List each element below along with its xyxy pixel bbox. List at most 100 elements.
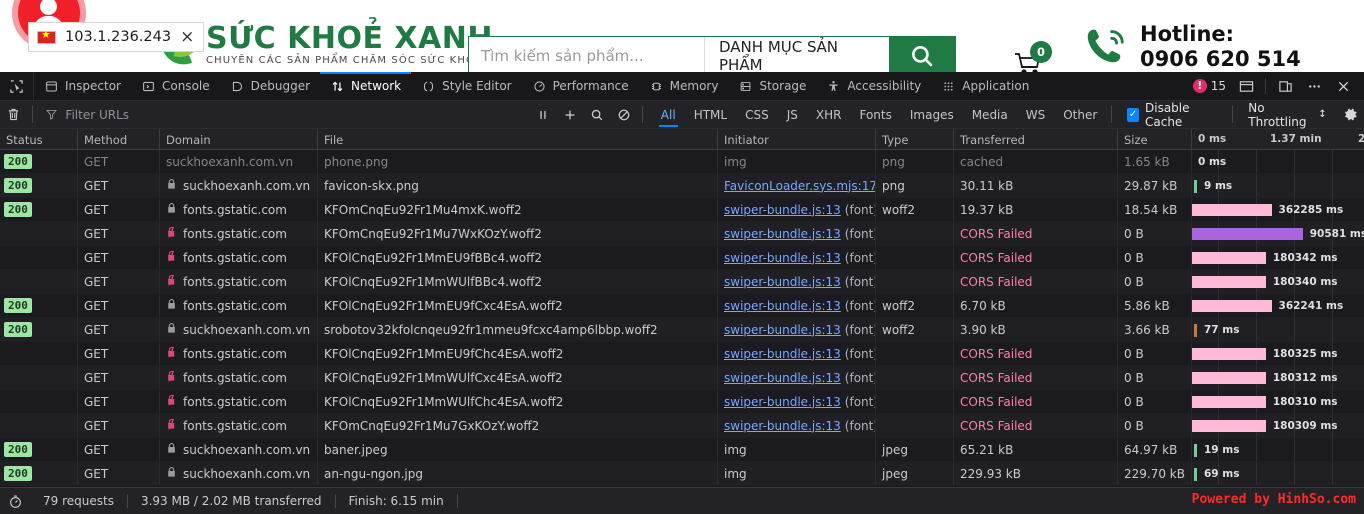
type-filter-xhr[interactable]: XHR bbox=[807, 105, 851, 125]
cell-initiator: swiper-bundle.js:13 (font) bbox=[718, 294, 876, 317]
error-count-badge[interactable]: ! 15 bbox=[1189, 79, 1230, 93]
column-header-initiator[interactable]: Initiator bbox=[718, 129, 876, 149]
column-header-method[interactable]: Method bbox=[78, 129, 160, 149]
type-filter-media[interactable]: Media bbox=[963, 105, 1017, 125]
initiator-link[interactable]: swiper-bundle.js:13 bbox=[724, 371, 841, 385]
search-category-select[interactable]: DANH MỤC SẢN PHẨM bbox=[705, 37, 889, 72]
trash-icon[interactable] bbox=[0, 107, 27, 122]
type-filter-images[interactable]: Images bbox=[901, 105, 963, 125]
network-request-row[interactable]: 200 GET suckhoexanh.com.vn srobotov32kfolcn… bbox=[0, 318, 1364, 342]
type-filter-ws[interactable]: WS bbox=[1017, 105, 1054, 125]
cell-size: 18.54 kB bbox=[1118, 198, 1192, 221]
column-header-type[interactable]: Type bbox=[876, 129, 954, 149]
initiator-suffix: (font) bbox=[844, 274, 876, 289]
site-brand[interactable]: SỨC KHOẺ XANH CHUYÊN CÁC SẢN PHẨM CHĂM S… bbox=[160, 22, 493, 72]
hotline-number[interactable]: 0906 620 514 bbox=[1140, 47, 1301, 72]
network-request-row[interactable]: GET fonts.gstatic.com KFOlCnqEu92Fr1MmWUlf… bbox=[0, 366, 1364, 390]
search-icon[interactable] bbox=[585, 104, 610, 126]
devtools-tab-accessibility[interactable]: Accessibility bbox=[816, 72, 931, 100]
network-request-row[interactable]: 200 GET fonts.gstatic.com KFOmCnqEu92Fr1Mu4… bbox=[0, 198, 1364, 222]
column-header-domain[interactable]: Domain bbox=[160, 129, 318, 149]
devtools-tab-network[interactable]: Network bbox=[320, 72, 412, 100]
column-header-waterfall[interactable]: 0 ms 1.37 min 2 bbox=[1192, 129, 1364, 149]
network-request-row[interactable]: 200 GET fonts.gstatic.com KFOlCnqEu92Fr1MmE… bbox=[0, 294, 1364, 318]
separate-window-icon[interactable] bbox=[1272, 74, 1298, 98]
type-filter-fonts[interactable]: Fonts bbox=[850, 105, 900, 125]
devtools-tab-storage[interactable]: Storage bbox=[728, 72, 816, 100]
network-request-row[interactable]: GET fonts.gstatic.com KFOlCnqEu92Fr1MmWUlf… bbox=[0, 270, 1364, 294]
devtools-tab-console[interactable]: Console bbox=[131, 72, 220, 100]
column-header-transferred[interactable]: Transferred bbox=[954, 129, 1118, 149]
initiator-link[interactable]: swiper-bundle.js:13 bbox=[724, 251, 841, 265]
product-search-bar[interactable]: Tìm kiếm sản phẩm... DANH MỤC SẢN PHẨM bbox=[468, 36, 956, 72]
cell-size: 0 B bbox=[1118, 222, 1192, 245]
devtools-tab-inspector[interactable]: Inspector bbox=[34, 72, 131, 100]
cell-size: 0 B bbox=[1118, 414, 1192, 437]
waterfall-tick-1: 1.37 min bbox=[1270, 133, 1322, 145]
network-request-row[interactable]: 200 GET suckhoexanh.com.vn baner.jpeg img jpe… bbox=[0, 438, 1364, 462]
network-request-row[interactable]: GET fonts.gstatic.com KFOmCnqEu92Fr1Mu7GxK… bbox=[0, 414, 1364, 438]
meatball-menu-icon[interactable] bbox=[1301, 74, 1327, 98]
network-request-row[interactable]: GET fonts.gstatic.com KFOmCnqEu92Fr1Mu7WxK… bbox=[0, 222, 1364, 246]
initiator-link[interactable]: swiper-bundle.js:13 bbox=[724, 203, 841, 217]
ip-address-tooltip[interactable]: 103.1.236.243 × bbox=[28, 22, 205, 52]
initiator-link[interactable]: swiper-bundle.js:13 bbox=[724, 395, 841, 409]
dock-layout-icon[interactable] bbox=[1233, 74, 1259, 98]
hotline-block[interactable]: Hotline: 0906 620 514 bbox=[1082, 22, 1301, 72]
cell-method: GET bbox=[78, 150, 160, 173]
stopwatch-icon bbox=[0, 494, 30, 509]
initiator-link[interactable]: swiper-bundle.js:13 bbox=[724, 347, 841, 361]
error-icon: ! bbox=[1192, 79, 1207, 93]
element-picker-button[interactable] bbox=[0, 72, 34, 100]
type-filter-css[interactable]: CSS bbox=[736, 105, 778, 125]
network-request-row[interactable]: 200 GET suckhoexanh.com.vn phone.png img png c… bbox=[0, 150, 1364, 174]
waterfall-bar bbox=[1192, 228, 1303, 240]
column-header-file[interactable]: File bbox=[318, 129, 718, 149]
cell-file: KFOlCnqEu92Fr1MmEU9fCxc4EsA.woff2 bbox=[318, 294, 718, 317]
cell-status bbox=[0, 270, 78, 293]
type-filter-all[interactable]: All bbox=[652, 105, 685, 127]
network-request-row[interactable]: GET fonts.gstatic.com KFOlCnqEu92Fr1MmWUlf… bbox=[0, 390, 1364, 414]
devtools-tab-style-editor[interactable]: Style Editor bbox=[411, 72, 521, 100]
finish-time: Finish: 6.15 min bbox=[336, 494, 458, 508]
type-filter-js[interactable]: JS bbox=[778, 105, 807, 125]
close-icon[interactable] bbox=[1330, 74, 1356, 98]
devtools-tab-performance[interactable]: Performance bbox=[522, 72, 639, 100]
initiator-link[interactable]: swiper-bundle.js:13 bbox=[724, 275, 841, 289]
network-request-row[interactable]: 200 GET suckhoexanh.com.vn an-ngu-ngon.jpg i… bbox=[0, 462, 1364, 486]
block-icon[interactable] bbox=[612, 104, 637, 126]
column-header-status[interactable]: Status bbox=[0, 129, 78, 149]
disable-cache-toggle[interactable]: ✓ Disable Cache bbox=[1117, 101, 1227, 129]
plus-icon[interactable] bbox=[558, 104, 583, 126]
initiator-link[interactable]: swiper-bundle.js:13 bbox=[724, 323, 841, 337]
checkbox-checked-icon[interactable]: ✓ bbox=[1127, 107, 1139, 122]
devtools-tab-application[interactable]: Application bbox=[931, 72, 1039, 100]
pause-icon[interactable] bbox=[531, 104, 556, 126]
search-submit-button[interactable] bbox=[889, 37, 955, 72]
type-filter-other[interactable]: Other bbox=[1054, 105, 1106, 125]
cell-method: GET bbox=[78, 174, 160, 197]
initiator-link[interactable]: swiper-bundle.js:13 bbox=[724, 227, 841, 241]
cell-initiator: swiper-bundle.js:13 (font) bbox=[718, 414, 876, 437]
close-icon[interactable]: × bbox=[180, 28, 194, 46]
initiator-link[interactable]: swiper-bundle.js:13 bbox=[724, 419, 841, 433]
cell-status bbox=[0, 222, 78, 245]
devtools-tab-debugger[interactable]: Debugger bbox=[220, 72, 320, 100]
filter-urls-input[interactable]: Filter URLs bbox=[37, 105, 530, 125]
initiator-link[interactable]: FaviconLoader.sys.mjs:175 bbox=[724, 179, 875, 193]
waterfall-segment bbox=[1192, 396, 1266, 408]
search-input[interactable]: Tìm kiếm sản phẩm... bbox=[469, 37, 705, 72]
network-request-row[interactable]: 200 GET suckhoexanh.com.vn favicon-skx.png F… bbox=[0, 174, 1364, 198]
throttling-select[interactable]: No Throttling ↕ bbox=[1238, 101, 1336, 129]
cell-domain: fonts.gstatic.com bbox=[160, 246, 318, 269]
cell-status bbox=[0, 342, 78, 365]
network-request-row[interactable]: GET fonts.gstatic.com KFOlCnqEu92Fr1MmEU9f… bbox=[0, 246, 1364, 270]
ip-address-text: 103.1.236.243 bbox=[65, 29, 172, 45]
column-header-size[interactable]: Size bbox=[1118, 129, 1192, 149]
cart-button[interactable]: 0 bbox=[1010, 36, 1054, 72]
network-request-row[interactable]: GET fonts.gstatic.com KFOlCnqEu92Fr1MmEU9f… bbox=[0, 342, 1364, 366]
type-filter-html[interactable]: HTML bbox=[685, 105, 736, 125]
initiator-link[interactable]: swiper-bundle.js:13 bbox=[724, 299, 841, 313]
gear-icon[interactable] bbox=[1337, 106, 1364, 123]
devtools-tab-memory[interactable]: Memory bbox=[639, 72, 729, 100]
